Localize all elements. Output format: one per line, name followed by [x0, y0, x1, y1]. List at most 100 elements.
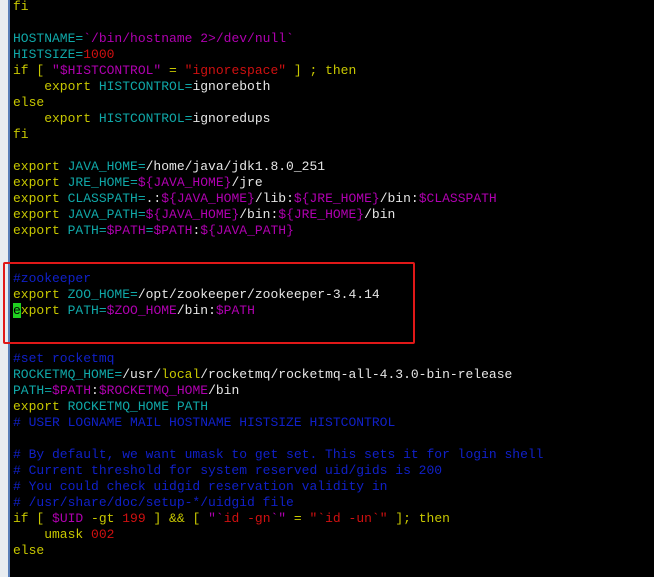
code-token: =	[161, 63, 185, 78]
code-token: "ignorespace"	[184, 63, 287, 78]
code-token: export	[13, 191, 68, 206]
code-token: /home/java/jdk1.8.0_251	[145, 159, 326, 174]
code-line: # USER LOGNAME MAIL HOSTNAME HISTSIZE HI…	[13, 415, 654, 431]
code-token: HISTSIZE=	[13, 47, 84, 62]
code-token: ROCKETMQ_HOME=	[13, 367, 123, 382]
code-token: ignoreboth	[192, 79, 271, 94]
code-token: ${JAVA_HOME}	[145, 207, 240, 222]
code-token: ${JAVA_HOME}	[137, 175, 232, 190]
code-token: ] && [	[145, 511, 209, 526]
code-token: $ROCKETMQ_HOME	[98, 383, 209, 398]
code-token: HISTCONTROL=	[98, 79, 193, 94]
code-token: # By default, we want umask to get set. …	[13, 447, 544, 462]
code-line: #set rocketmq	[13, 351, 654, 367]
code-token: if [	[13, 63, 53, 78]
code-token: else	[13, 543, 45, 558]
code-token: export	[13, 223, 68, 238]
code-token: /rocketmq/rocketmq-all-4.3.0-bin-release	[200, 367, 513, 382]
code-token: # USER LOGNAME MAIL HOSTNAME HISTSIZE HI…	[13, 415, 396, 430]
code-token: fi	[13, 0, 29, 14]
code-token: /bin	[208, 383, 240, 398]
highlight-annotation-box	[3, 262, 415, 344]
code-token: /usr/	[122, 367, 162, 382]
code-token: 199	[122, 511, 146, 526]
code-token: $UID	[52, 511, 84, 526]
code-line: export JAVA_HOME=/home/java/jdk1.8.0_251	[13, 159, 654, 175]
code-line: HISTSIZE=1000	[13, 47, 654, 63]
code-line: fi	[13, 127, 654, 143]
code-token: ]; then	[387, 511, 450, 526]
code-line: export JRE_HOME=${JAVA_HOME}/jre	[13, 175, 654, 191]
code-token: .:	[145, 191, 162, 206]
code-line: umask 002	[13, 527, 654, 543]
code-token: export	[13, 79, 99, 94]
code-line: if [ "$HISTCONTROL" = "ignorespace" ] ; …	[13, 63, 654, 79]
code-token: $CLASSPATH	[418, 191, 497, 206]
code-token: `/bin/hostname 2>/dev/null`	[83, 31, 294, 46]
code-token: ROCKETMQ_HOME PATH	[67, 399, 209, 414]
code-token: export	[13, 111, 99, 126]
code-token: ${JAVA_HOME}	[161, 191, 255, 206]
code-token: `"	[270, 511, 287, 526]
code-line: HOSTNAME=`/bin/hostname 2>/dev/null`	[13, 31, 654, 47]
code-line: else	[13, 543, 654, 559]
code-token: /lib:	[254, 191, 294, 206]
code-token: 002	[91, 527, 115, 542]
code-line: export CLASSPATH=.:${JAVA_HOME}/lib:${JR…	[13, 191, 654, 207]
code-line: export PATH=$PATH=$PATH:${JAVA_PATH}	[13, 223, 654, 239]
code-token: HISTCONTROL=	[98, 111, 193, 126]
code-token: :	[91, 383, 99, 398]
code-token: /bin:	[379, 191, 419, 206]
code-token: JAVA_HOME=	[67, 159, 146, 174]
code-token: JAVA_PATH=	[67, 207, 146, 222]
code-token: /bin	[364, 207, 396, 222]
code-token: $PATH	[153, 223, 193, 238]
code-line: fi	[13, 0, 654, 15]
code-line: export HISTCONTROL=ignoredups	[13, 111, 654, 127]
code-token: /bin:	[239, 207, 279, 222]
code-line: # Current threshold for system reserved …	[13, 463, 654, 479]
code-token: PATH=	[13, 383, 53, 398]
code-token: #set rocketmq	[13, 351, 115, 366]
code-token: ignoredups	[192, 111, 271, 126]
code-token: umask	[13, 527, 92, 542]
code-token: export	[13, 207, 68, 222]
code-token: /jre	[231, 175, 263, 190]
code-line: # You could check uidgid reservation val…	[13, 479, 654, 495]
code-token: JRE_HOME=	[67, 175, 138, 190]
code-token: # Current threshold for system reserved …	[13, 463, 443, 478]
code-token: "`	[208, 511, 224, 526]
code-token: id -gn	[223, 511, 271, 526]
code-token: HOSTNAME=	[13, 31, 84, 46]
code-line: PATH=$PATH:$ROCKETMQ_HOME/bin	[13, 383, 654, 399]
code-token: # /usr/share/doc/setup-*/uidgid file	[13, 495, 294, 510]
code-line: ROCKETMQ_HOME=/usr/local/rocketmq/rocket…	[13, 367, 654, 383]
code-token: -gt	[83, 511, 123, 526]
code-line: # /usr/share/doc/setup-*/uidgid file	[13, 495, 654, 511]
code-line: else	[13, 95, 654, 111]
code-token: CLASSPATH=	[67, 191, 146, 206]
code-token: ${JRE_HOME}	[278, 207, 365, 222]
code-token: export	[13, 159, 68, 174]
code-line: export ROCKETMQ_HOME PATH	[13, 399, 654, 415]
code-token: 1000	[83, 47, 115, 62]
code-token: ${JRE_HOME}	[293, 191, 380, 206]
code-token: # You could check uidgid reservation val…	[13, 479, 388, 494]
code-line: export JAVA_PATH=${JAVA_HOME}/bin:${JRE_…	[13, 207, 654, 223]
code-token: "`id -un`"	[309, 511, 388, 526]
code-token: export	[13, 399, 68, 414]
code-line: if [ $UID -gt 199 ] && [ "`id -gn`" = "`…	[13, 511, 654, 527]
code-token: if [	[13, 511, 53, 526]
code-token: PATH=	[67, 223, 107, 238]
code-token: ${JAVA_PATH}	[200, 223, 294, 238]
code-token: export	[13, 175, 68, 190]
code-line: export HISTCONTROL=ignoreboth	[13, 79, 654, 95]
code-token: =	[286, 511, 310, 526]
code-line: # By default, we want umask to get set. …	[13, 447, 654, 463]
code-token: else	[13, 95, 45, 110]
code-token: $PATH	[106, 223, 146, 238]
code-token: $PATH	[52, 383, 92, 398]
code-token: "$HISTCONTROL"	[52, 63, 162, 78]
